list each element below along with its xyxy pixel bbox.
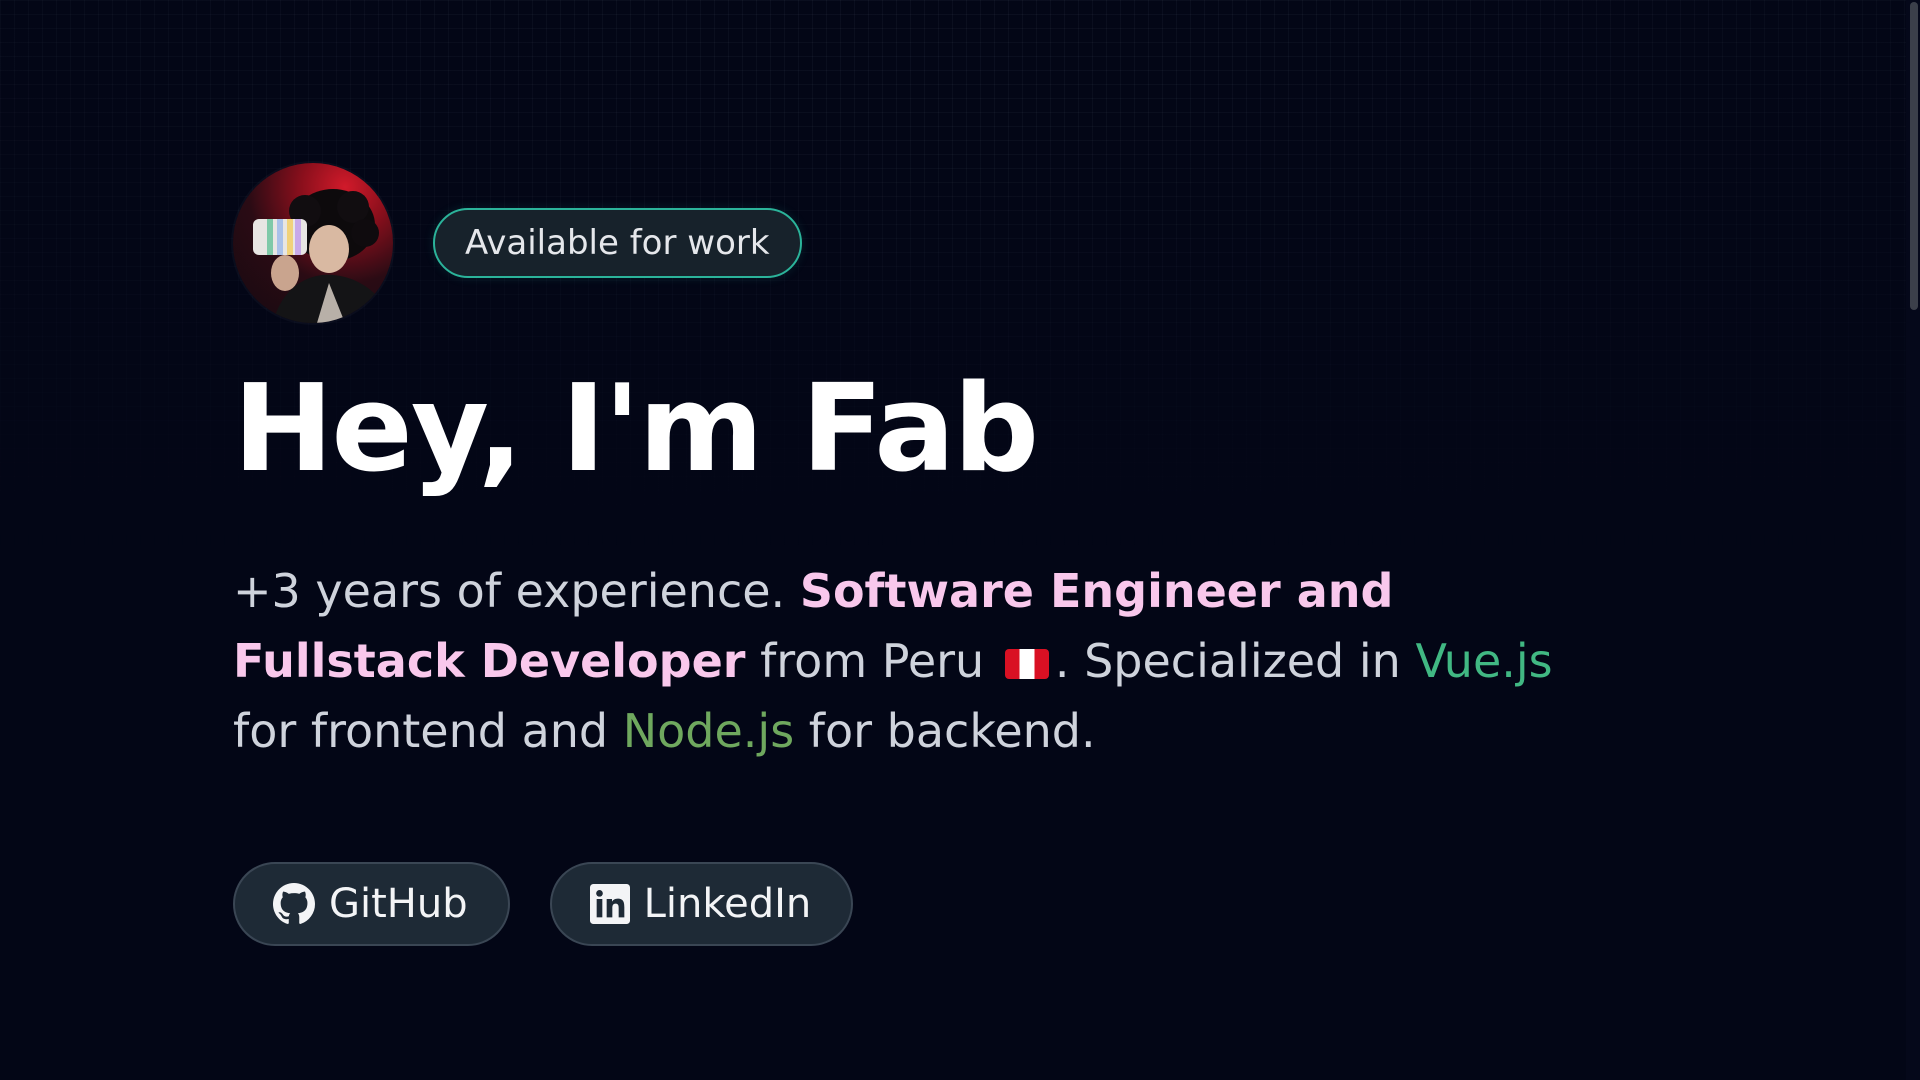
scrollbar-thumb[interactable] bbox=[1910, 2, 1918, 310]
vue-highlight: Vue.js bbox=[1415, 634, 1553, 688]
avatar bbox=[233, 163, 393, 323]
avatar-photo bbox=[253, 189, 393, 323]
linkedin-icon bbox=[589, 884, 630, 924]
page: Available for work Hey, I'm Fab +3 years… bbox=[0, 0, 1920, 1080]
bio-text-4: for frontend and bbox=[233, 704, 623, 758]
bio-paragraph: +3 years of experience. Software Enginee… bbox=[233, 556, 1613, 766]
availability-badge: Available for work bbox=[433, 208, 802, 278]
linkedin-label: LinkedIn bbox=[643, 881, 812, 927]
bio-text-1: +3 years of experience. bbox=[233, 564, 800, 618]
github-button[interactable]: GitHub bbox=[233, 862, 510, 946]
page-title: Hey, I'm Fab bbox=[233, 360, 1039, 499]
bio-text-5: for backend. bbox=[794, 704, 1096, 758]
linkedin-button[interactable]: LinkedIn bbox=[549, 862, 854, 946]
hero-section: Available for work Hey, I'm Fab +3 years… bbox=[233, 162, 1633, 946]
social-links: GitHub LinkedIn bbox=[233, 862, 1633, 946]
peru-flag-icon bbox=[1004, 649, 1049, 679]
bio-text-3: . Specialized in bbox=[1054, 634, 1416, 688]
bio-text-2: from Peru bbox=[745, 634, 999, 688]
github-icon bbox=[273, 883, 315, 925]
github-label: GitHub bbox=[329, 881, 468, 927]
hero-top-row: Available for work bbox=[233, 162, 1633, 324]
scrollbar[interactable] bbox=[1906, 0, 1920, 1080]
node-highlight: Node.js bbox=[622, 704, 795, 758]
